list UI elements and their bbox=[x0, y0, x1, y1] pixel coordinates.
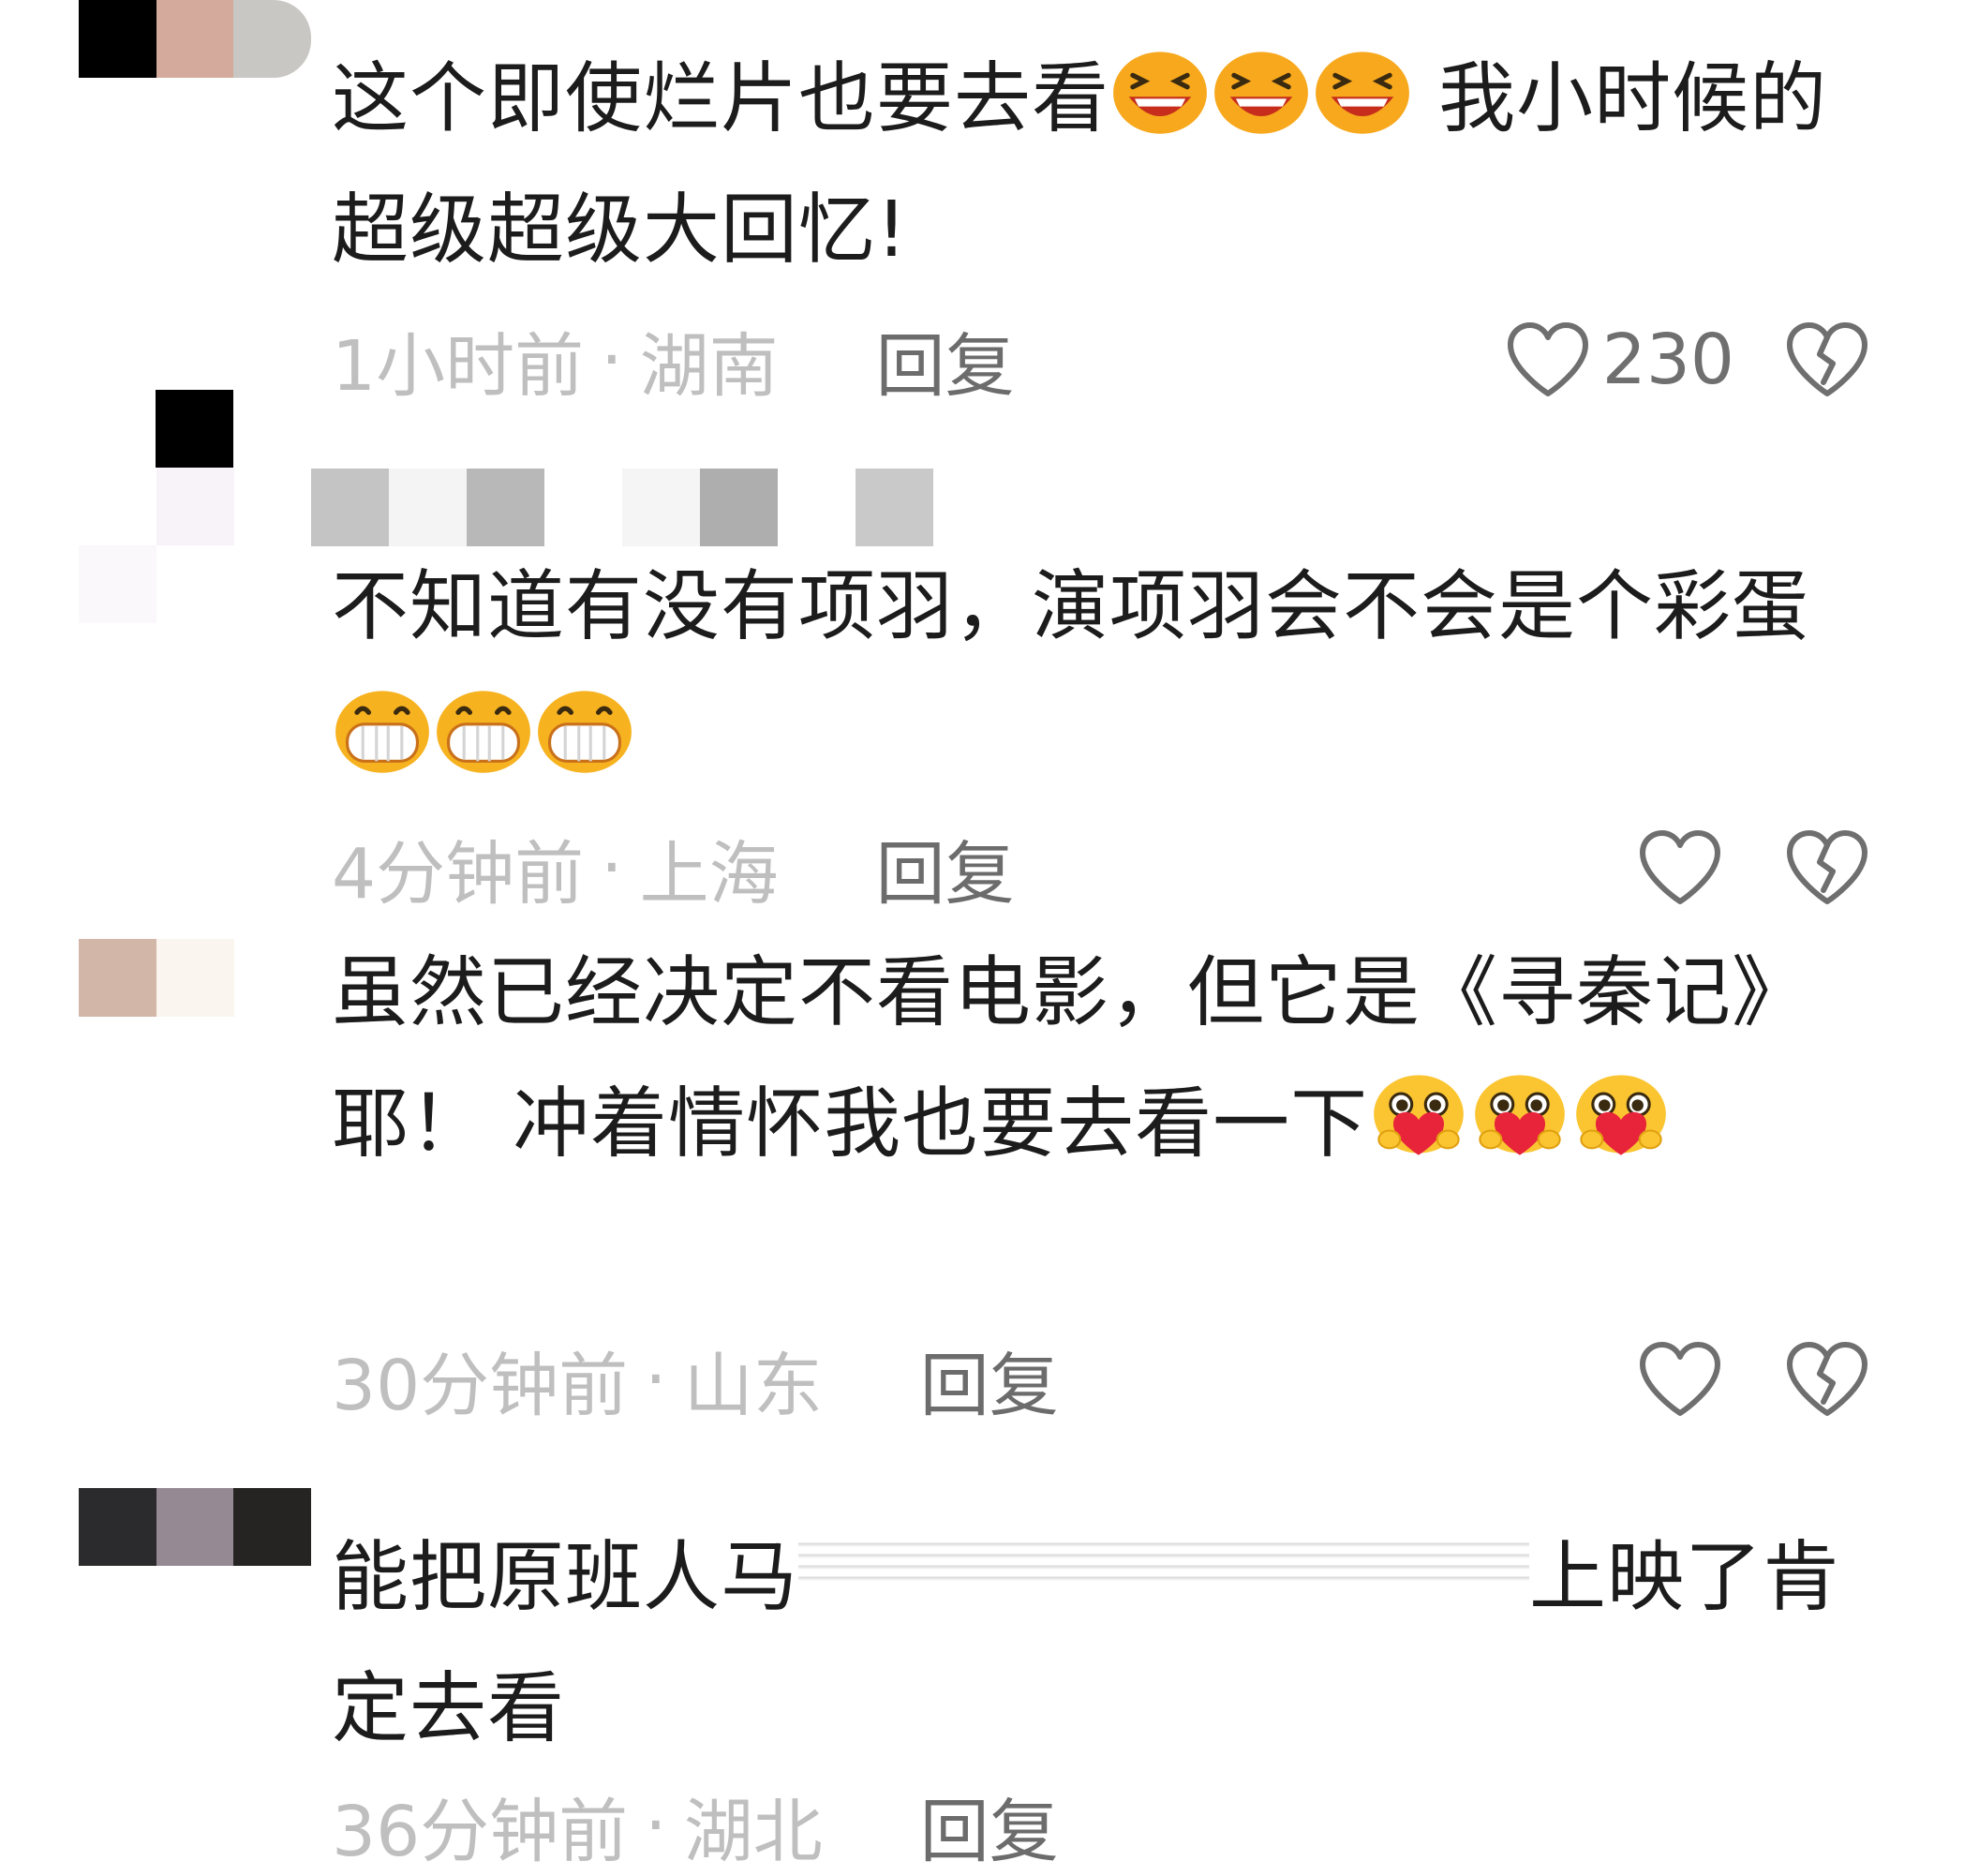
laughing-emoji-icon bbox=[1314, 46, 1411, 136]
username-blur[interactable] bbox=[311, 469, 933, 546]
comment-meta: 36分钟前 · 湖北 回复 bbox=[332, 1779, 1964, 1872]
meta-separator: · bbox=[601, 827, 623, 908]
comment-text: 能把原班人马 上映了肯定去看 bbox=[332, 1512, 1887, 1775]
comment-text-part: 能把原班人马 bbox=[332, 1533, 799, 1622]
heart-hug-emoji-icon bbox=[1370, 1071, 1467, 1161]
comment-location: 上海 bbox=[639, 833, 779, 915]
dislike-button[interactable] bbox=[1784, 1333, 1870, 1426]
comment-time: 1小时前 bbox=[332, 325, 585, 407]
comment-location: 湖南 bbox=[639, 325, 779, 407]
comment-text-part: 不知道有没有项羽，演项羽会不会是个彩蛋 bbox=[332, 562, 1810, 651]
meta-separator: · bbox=[645, 1785, 667, 1866]
laughing-emoji-icon bbox=[1111, 46, 1209, 136]
comment-text: 虽然已经决定不看电影，但它是《寻秦记》耶！ 冲着情怀我也要去看一下 bbox=[332, 928, 1887, 1190]
comment-meta: 1小时前 · 湖南 回复 230 bbox=[332, 313, 1964, 407]
dislike-button[interactable] bbox=[1784, 821, 1870, 915]
comment-time: 30分钟前 bbox=[332, 1345, 629, 1426]
comment-text: 不知道有没有项羽，演项羽会不会是个彩蛋 bbox=[332, 542, 1887, 804]
avatar[interactable] bbox=[156, 390, 233, 468]
comment-location: 山东 bbox=[683, 1345, 823, 1426]
comment-text-part: 这个即使烂片也要去看 bbox=[332, 54, 1110, 143]
like-button[interactable]: 230 bbox=[1505, 313, 1734, 407]
like-button[interactable] bbox=[1637, 1333, 1734, 1426]
comment-meta: 4分钟前 · 上海 回复 bbox=[332, 821, 1964, 915]
like-count: 230 bbox=[1601, 320, 1734, 400]
comment-text: 这个即使烂片也要去看 我小时候的超级超级大回忆! bbox=[332, 34, 1887, 296]
comment-meta: 30分钟前 · 山东 回复 bbox=[332, 1333, 1964, 1426]
broken-heart-icon bbox=[1787, 830, 1867, 904]
broken-heart-icon bbox=[1787, 322, 1867, 396]
comment-location: 湖北 bbox=[683, 1791, 823, 1872]
reply-button[interactable]: 回复 bbox=[920, 1330, 1059, 1430]
heart-outline-icon bbox=[1640, 830, 1720, 904]
avatar-blur bbox=[79, 468, 234, 623]
reply-button[interactable]: 回复 bbox=[920, 1776, 1059, 1876]
like-button[interactable] bbox=[1637, 821, 1734, 915]
reply-button[interactable]: 回复 bbox=[876, 310, 1015, 410]
comment-time: 4分钟前 bbox=[332, 833, 585, 915]
comment-time: 36分钟前 bbox=[332, 1791, 629, 1872]
reply-button[interactable]: 回复 bbox=[876, 818, 1015, 918]
avatar[interactable] bbox=[79, 939, 311, 1017]
heart-hug-emoji-icon bbox=[1471, 1071, 1569, 1161]
grinning-emoji-icon bbox=[334, 685, 431, 775]
grinning-emoji-icon bbox=[435, 685, 532, 775]
dislike-button[interactable] bbox=[1784, 313, 1870, 407]
avatar[interactable] bbox=[79, 0, 312, 78]
laughing-emoji-icon bbox=[1213, 46, 1310, 136]
heart-hug-emoji-icon bbox=[1572, 1071, 1670, 1161]
broken-heart-icon bbox=[1787, 1342, 1867, 1416]
heart-outline-icon bbox=[1640, 1342, 1720, 1416]
grinning-emoji-icon bbox=[536, 685, 633, 775]
meta-separator: · bbox=[645, 1339, 667, 1420]
heart-outline-icon bbox=[1507, 322, 1588, 396]
censored-text-bar bbox=[798, 1536, 1530, 1586]
avatar[interactable] bbox=[79, 1488, 312, 1566]
meta-separator: · bbox=[601, 320, 623, 400]
